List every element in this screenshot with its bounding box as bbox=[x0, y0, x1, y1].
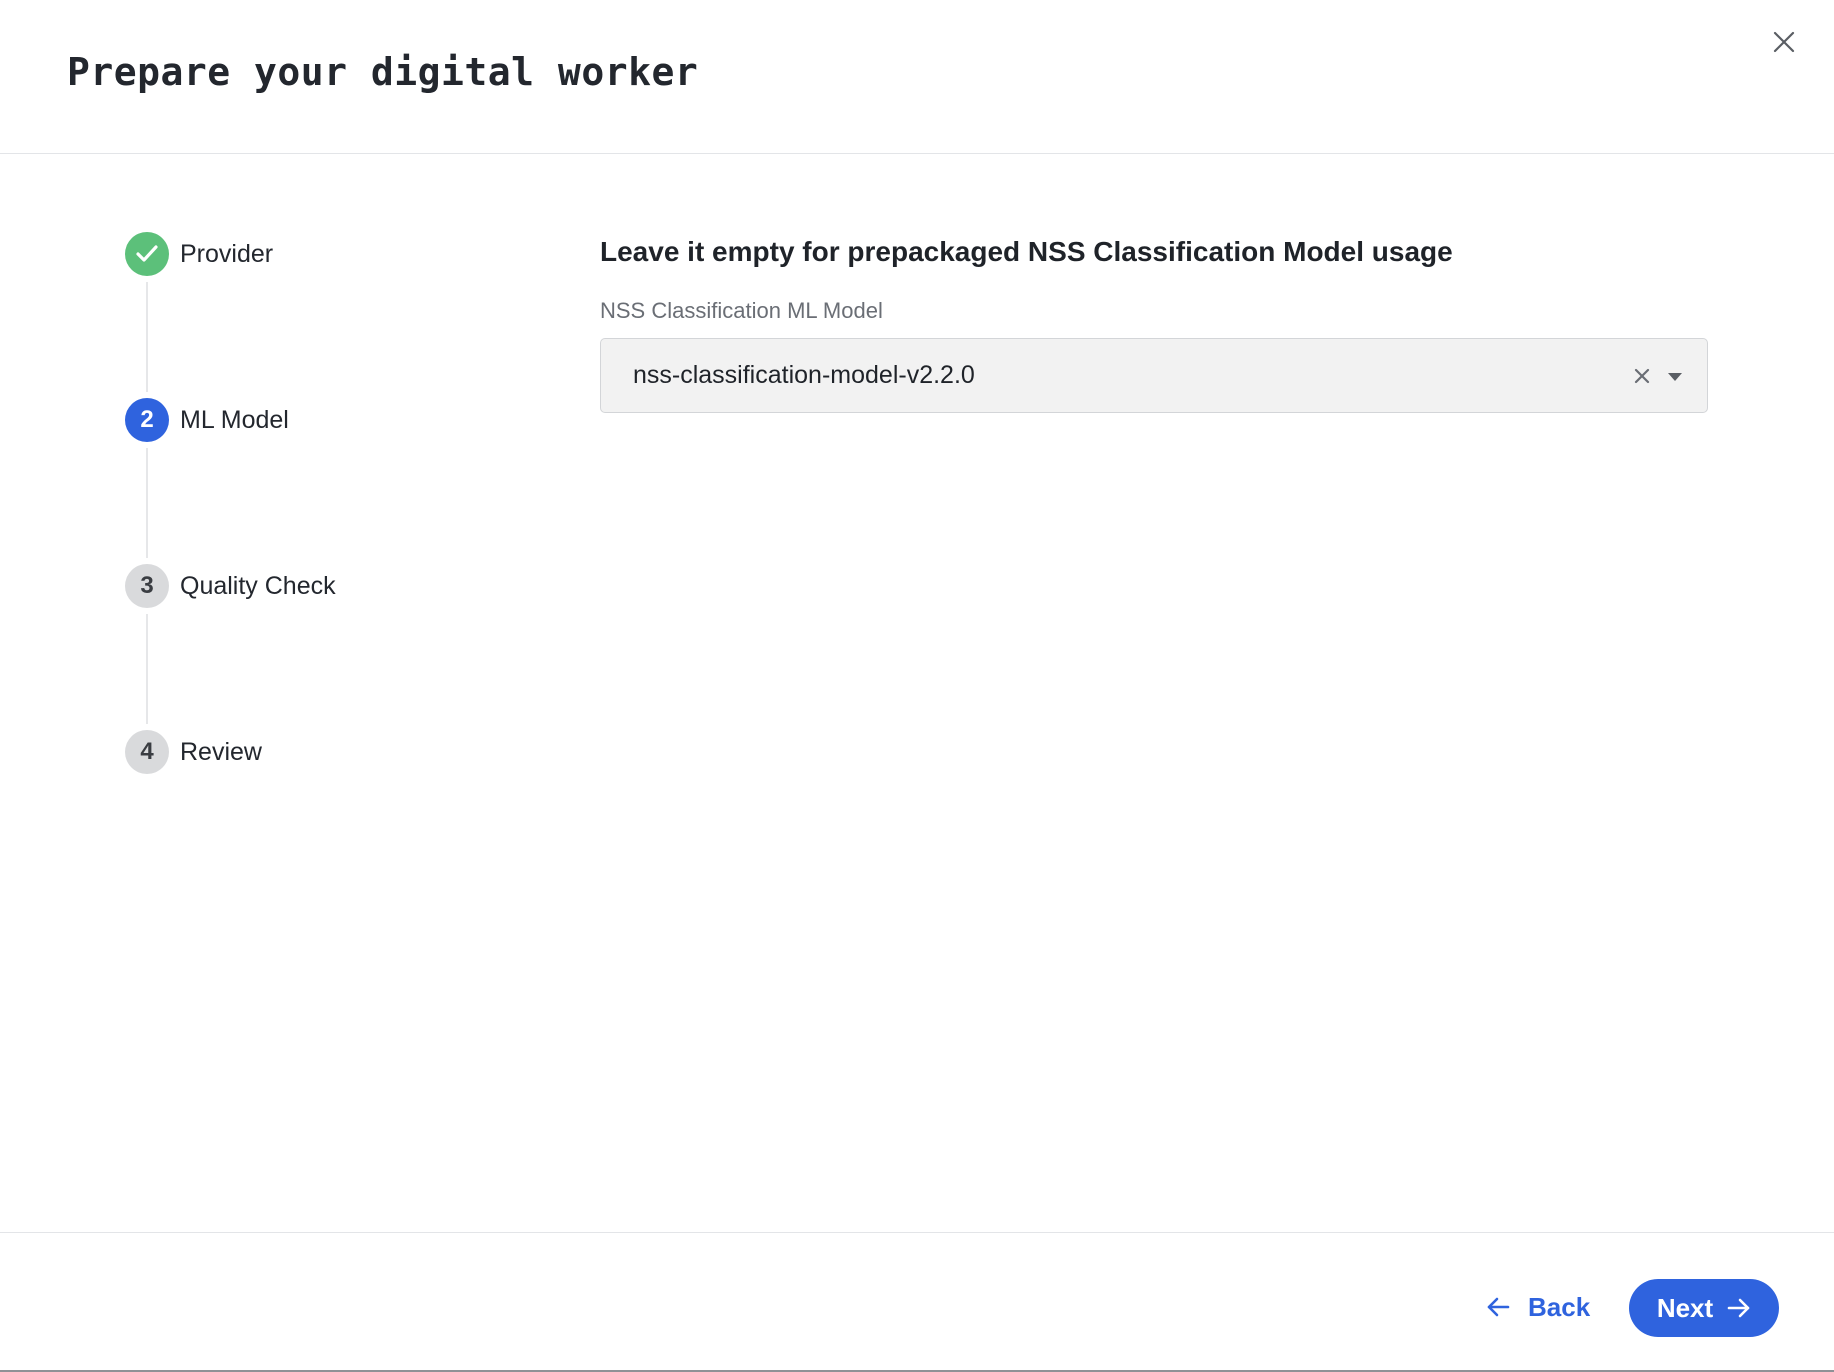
check-icon bbox=[136, 245, 158, 262]
step-label: Review bbox=[180, 737, 262, 766]
step-connector bbox=[146, 614, 148, 724]
step-label: Quality Check bbox=[180, 571, 336, 600]
step-number: 3 bbox=[125, 564, 169, 608]
step-provider[interactable]: Provider bbox=[125, 232, 273, 276]
ml-model-form: Leave it empty for prepackaged NSS Class… bbox=[600, 236, 1708, 413]
arrow-right-icon bbox=[1727, 1297, 1751, 1319]
step-review[interactable]: 4 Review bbox=[125, 730, 262, 774]
step-connector bbox=[146, 282, 148, 392]
dialog-title: Prepare your digital worker bbox=[67, 50, 699, 94]
step-status-completed bbox=[125, 232, 169, 276]
step-connector bbox=[146, 448, 148, 558]
close-button[interactable] bbox=[1766, 24, 1802, 60]
caret-down-icon[interactable] bbox=[1665, 369, 1685, 385]
clear-icon[interactable] bbox=[1631, 365, 1653, 387]
step-ml-model[interactable]: 2 ML Model bbox=[125, 398, 289, 442]
dialog-header: Prepare your digital worker bbox=[0, 0, 1834, 154]
arrow-left-icon bbox=[1486, 1296, 1510, 1318]
ml-model-select[interactable]: nss-classification-model-v2.2.0 bbox=[600, 338, 1708, 413]
close-icon bbox=[1773, 31, 1795, 53]
step-number: 4 bbox=[125, 730, 169, 774]
next-button[interactable]: Next bbox=[1629, 1279, 1779, 1337]
step-quality-check[interactable]: 3 Quality Check bbox=[125, 564, 336, 608]
step-label: ML Model bbox=[180, 405, 289, 434]
field-label: NSS Classification ML Model bbox=[600, 298, 883, 323]
next-label: Next bbox=[1656, 1292, 1714, 1323]
dialog-footer: Back Next bbox=[0, 1232, 1834, 1372]
step-label: Provider bbox=[180, 239, 274, 268]
back-button[interactable]: Back bbox=[1476, 1279, 1600, 1335]
selected-value: nss-classification-model-v2.2.0 bbox=[633, 361, 975, 389]
back-label: Back bbox=[1528, 1291, 1591, 1322]
form-heading: Leave it empty for prepackaged NSS Class… bbox=[600, 236, 1453, 267]
step-number: 2 bbox=[125, 398, 169, 442]
